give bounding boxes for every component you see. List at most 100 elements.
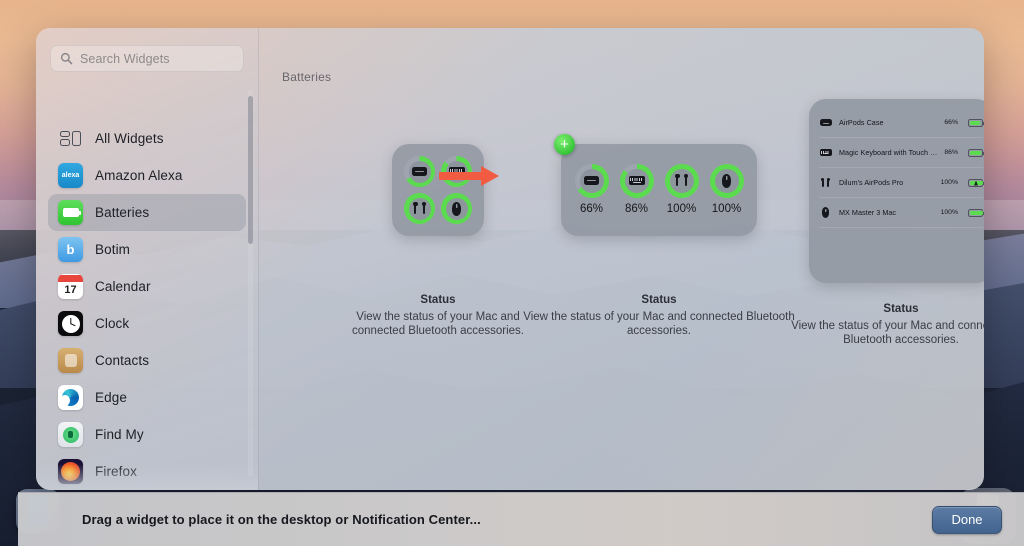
sidebar-item-label: Clock	[95, 316, 130, 331]
keyboard-icon	[628, 176, 645, 185]
calendar-day: 17	[64, 283, 77, 296]
caption-description: View the status of your Mac and connecte…	[523, 310, 795, 338]
batteries-widget-small[interactable]	[392, 144, 484, 236]
widget-preview-area: Batteries Status View the status of your…	[259, 28, 984, 490]
sidebar-item-batteries[interactable]: Batteries	[48, 194, 246, 231]
battery-list-row: AirPods Case 66%	[819, 108, 984, 138]
find-my-icon	[58, 422, 83, 447]
sidebar-item-label: Calendar	[95, 279, 151, 294]
amazon-alexa-icon: alexa	[58, 163, 83, 188]
battery-indicator-icon	[968, 118, 984, 127]
calendar-month-bar	[58, 274, 83, 282]
caption-description: View the status of your Mac and connecte…	[352, 310, 524, 338]
battery-percent: 100%	[940, 179, 958, 186]
sidebar-scrollbar-thumb[interactable]	[248, 96, 253, 244]
mouse-icon	[819, 206, 832, 219]
annotation-arrow-icon	[439, 166, 501, 186]
search-container: Search Widgets	[36, 28, 258, 72]
battery-percent: 66%	[944, 119, 958, 126]
battery-list-row: Dilum's AirPods Pro 100%	[819, 168, 984, 198]
sidebar-item-edge[interactable]: Edge	[48, 379, 246, 416]
alexa-wordmark: alexa	[61, 172, 80, 179]
botim-icon: b	[58, 237, 83, 262]
device-name: Dilum's AirPods Pro	[839, 178, 904, 187]
device-name: Magic Keyboard with Touch ID and Nu...	[839, 148, 938, 157]
battery-ring-airpods	[664, 163, 699, 198]
battery-percent: 100%	[940, 209, 958, 216]
page-title: Batteries	[282, 70, 332, 84]
clock-icon	[58, 311, 83, 336]
calendar-icon: 17	[58, 274, 83, 299]
sidebar-item-label: Botim	[95, 242, 131, 257]
battery-ring-keyboard	[619, 163, 654, 198]
add-widget-plus-button[interactable]: +	[554, 134, 575, 155]
sidebar-item-label: Firefox	[95, 464, 137, 479]
battery-cell-mouse: 100%	[709, 163, 744, 215]
battery-percent: 100%	[711, 202, 742, 215]
sidebar-item-clock[interactable]: Clock	[48, 305, 246, 342]
batteries-icon	[58, 200, 83, 225]
widget-gallery-panel: Search Widgets All Widgets alexa Amazon …	[36, 28, 984, 490]
battery-list-row: MX Master 3 Mac 100%	[819, 198, 984, 228]
sidebar-item-contacts[interactable]: Contacts	[48, 342, 246, 379]
battery-ring-airpods	[404, 193, 435, 224]
battery-list-row: Magic Keyboard with Touch ID and Nu... 8…	[819, 138, 984, 168]
battery-ring-mouse	[441, 193, 472, 224]
battery-cell-keyboard: 86%	[619, 163, 654, 215]
airpods-case-icon	[412, 167, 427, 176]
caption-title: Status	[420, 294, 456, 306]
battery-ring-mouse	[709, 163, 744, 198]
search-placeholder: Search Widgets	[80, 51, 170, 66]
device-name: AirPods Case	[839, 118, 884, 127]
done-button[interactable]: Done	[932, 505, 1002, 534]
battery-ring-airpods-case	[574, 163, 609, 198]
widget-preview-medium[interactable]: + 66% 86% 100% 100% Status View the stat…	[514, 134, 804, 339]
battery-indicator-icon	[968, 148, 984, 157]
sidebar-item-label: Contacts	[95, 353, 150, 368]
battery-cell-airpods: 100%	[664, 163, 699, 215]
airpods-case-icon	[819, 116, 832, 129]
drag-hint-text: Drag a widget to place it on the desktop…	[82, 512, 481, 527]
caption-title: Status	[883, 303, 919, 315]
search-input[interactable]: Search Widgets	[50, 45, 244, 72]
airpods-case-icon	[584, 176, 599, 185]
device-name: MX Master 3 Mac	[839, 208, 897, 217]
sidebar-item-label: Find My	[95, 427, 144, 442]
widget-sidebar: Search Widgets All Widgets alexa Amazon …	[36, 28, 259, 490]
keyboard-icon	[819, 146, 832, 159]
caption-description: View the status of your Mac and connecte…	[791, 319, 984, 347]
sidebar-item-label: Amazon Alexa	[95, 168, 183, 183]
search-icon	[60, 52, 73, 65]
battery-ring-airpods-case	[404, 156, 435, 187]
sidebar-item-amazon-alexa[interactable]: alexa Amazon Alexa	[48, 157, 246, 194]
sidebar-item-calendar[interactable]: 17 Calendar	[48, 268, 246, 305]
battery-percent: 86%	[944, 149, 958, 156]
botim-letter: b	[66, 242, 75, 257]
contacts-icon	[58, 348, 83, 373]
battery-indicator-icon	[968, 208, 984, 217]
firefox-icon	[58, 459, 83, 484]
sidebar-item-find-my[interactable]: Find My	[48, 416, 246, 453]
widget-caption-large: Status View the status of your Mac and c…	[781, 302, 984, 348]
battery-charging-indicator-icon	[968, 178, 984, 187]
edge-icon	[58, 385, 83, 410]
mouse-icon	[722, 173, 731, 188]
batteries-widget-large[interactable]: AirPods Case 66% Magic Keyboard with Tou…	[809, 99, 984, 283]
sidebar-item-firefox[interactable]: Firefox	[48, 453, 246, 490]
widget-caption-small: Status View the status of your Mac and c…	[336, 293, 540, 339]
airpods-icon	[412, 201, 427, 216]
widget-preview-small[interactable]: Status View the status of your Mac and c…	[336, 144, 540, 339]
all-widgets-icon	[58, 126, 83, 151]
sidebar-item-label: All Widgets	[95, 131, 164, 146]
widget-preview-large[interactable]: AirPods Case 66% Magic Keyboard with Tou…	[781, 99, 984, 348]
sidebar-item-label: Batteries	[95, 205, 150, 220]
plus-icon: +	[560, 136, 569, 153]
widget-app-list[interactable]: All Widgets alexa Amazon Alexa Batteries…	[36, 86, 258, 490]
sidebar-item-all-widgets[interactable]: All Widgets	[48, 120, 246, 157]
battery-percent: 66%	[579, 202, 604, 215]
sidebar-item-botim[interactable]: b Botim	[48, 231, 246, 268]
batteries-widget-medium[interactable]: + 66% 86% 100% 100%	[554, 134, 757, 236]
bottom-action-bar: Drag a widget to place it on the desktop…	[18, 492, 1024, 546]
battery-cell-airpods-case: 66%	[574, 163, 609, 215]
sidebar-item-label: Edge	[95, 390, 127, 405]
